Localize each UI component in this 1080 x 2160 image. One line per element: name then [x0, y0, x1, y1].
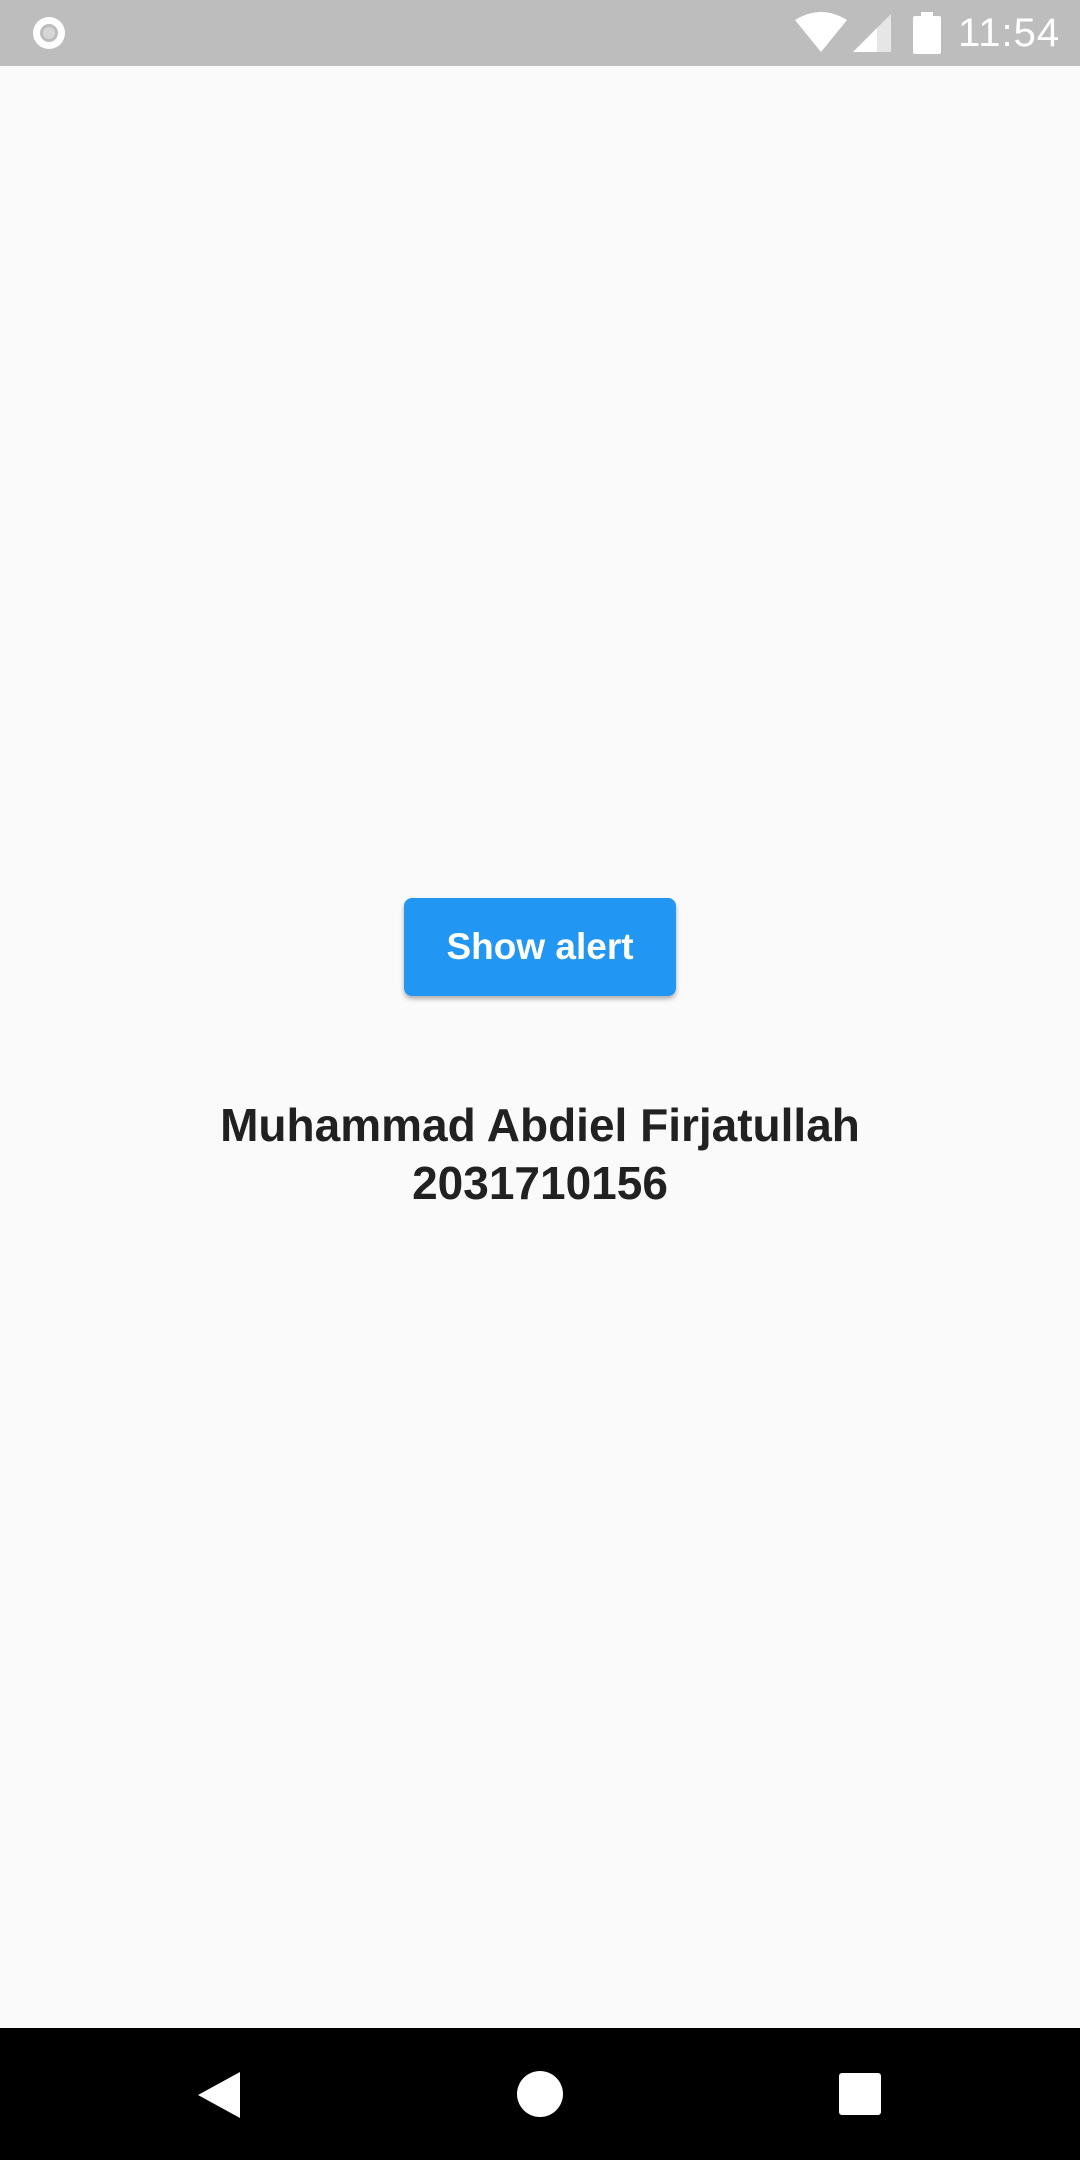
wifi-icon: [795, 12, 847, 52]
battery-icon: [913, 12, 941, 54]
student-id: 2031710156: [412, 1157, 668, 1209]
navigation-bar: [0, 2028, 1080, 2160]
status-bar: 11:54: [0, 0, 1080, 66]
main-content: Show alert Muhammad Abdiel Firjatullah 2…: [0, 66, 1080, 2028]
recents-icon[interactable]: [838, 2072, 882, 2116]
student-info: Muhammad Abdiel Firjatullah 2031710156: [0, 1096, 1080, 1212]
circle-notification-icon: [33, 17, 65, 49]
student-name: Muhammad Abdiel Firjatullah: [220, 1099, 860, 1151]
home-icon[interactable]: [516, 2070, 564, 2118]
show-alert-button[interactable]: Show alert: [404, 898, 676, 996]
back-icon[interactable]: [196, 2070, 244, 2120]
cell-signal-icon: [853, 14, 891, 52]
status-time: 11:54: [958, 11, 1061, 55]
